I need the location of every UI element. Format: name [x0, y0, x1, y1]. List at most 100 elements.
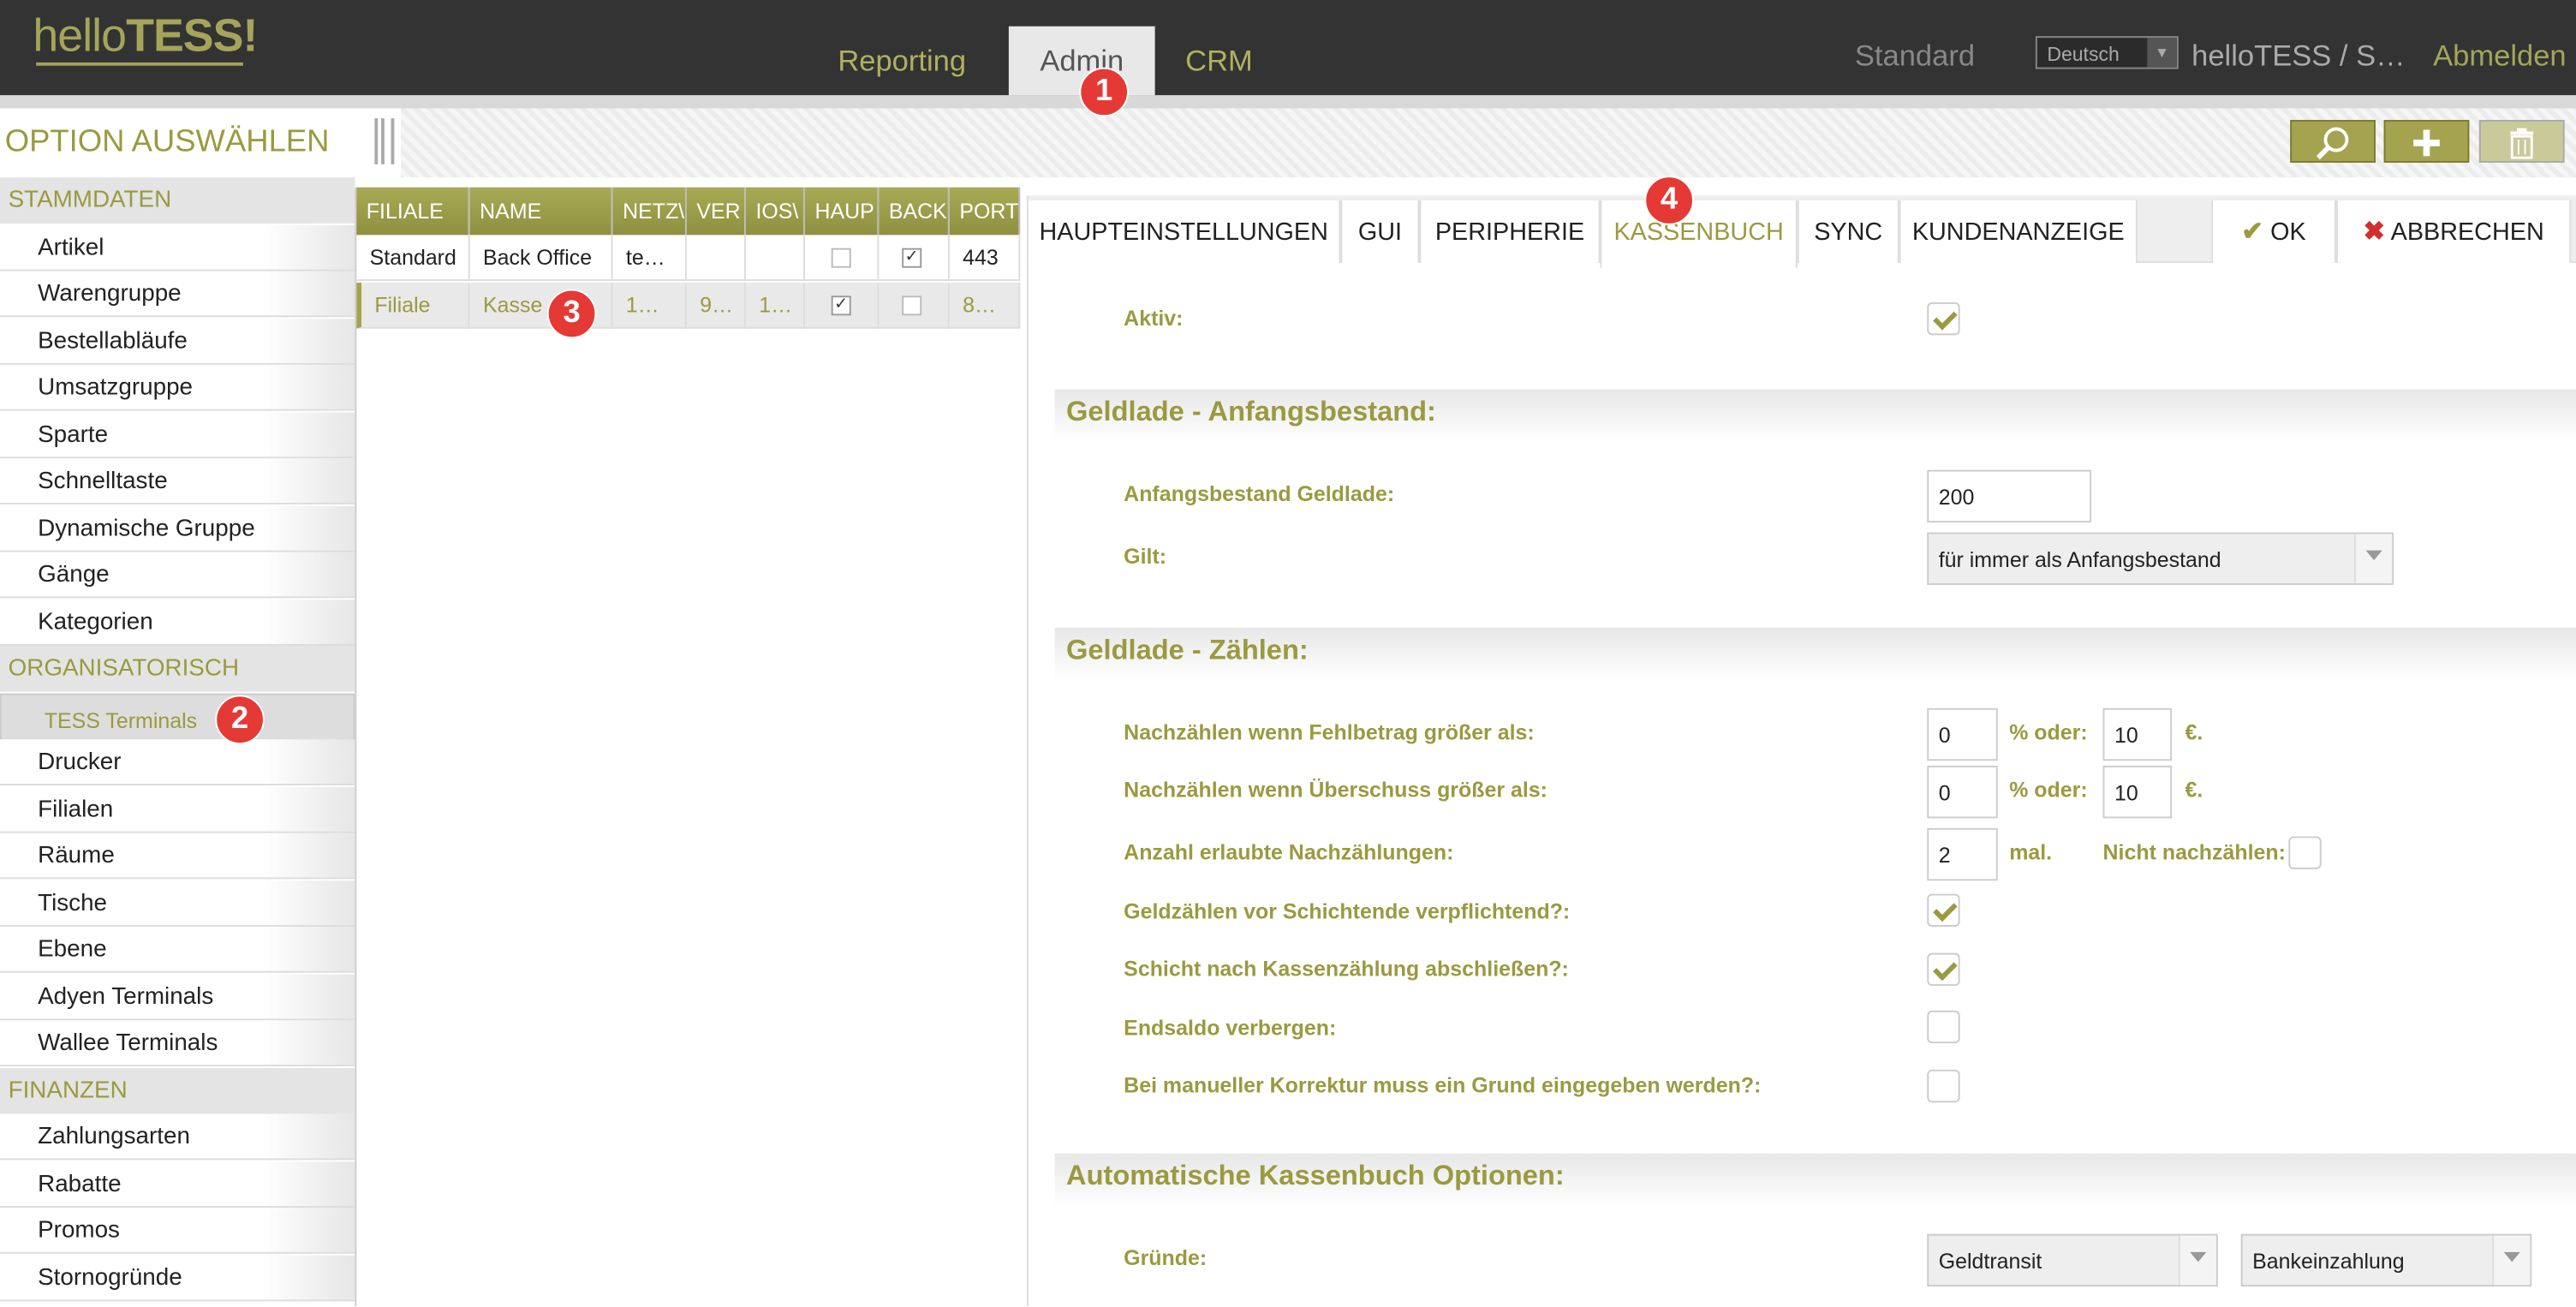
- column-header-haup[interactable]: HAUP: [805, 187, 880, 236]
- cell-port: 443: [949, 235, 1021, 282]
- chevron-down-icon: [2492, 1235, 2531, 1286]
- geldzaehlen-label: Geldzählen vor Schichtende verpflichtend…: [1124, 898, 1571, 924]
- detail-panel: HAUPTEINSTELLUNGEN GUI PERIPHERIE KASSEN…: [1027, 195, 2576, 1307]
- euro-label: €.: [2185, 719, 2203, 745]
- column-header-port[interactable]: PORT: [949, 187, 1021, 236]
- sidebar-item-tische[interactable]: Tische: [0, 880, 355, 927]
- detail-tabs: HAUPTEINSTELLUNGEN GUI PERIPHERIE KASSEN…: [1028, 195, 2576, 268]
- column-header-filiale[interactable]: FILIALE: [356, 187, 470, 236]
- column-header-back[interactable]: BACK: [879, 187, 950, 236]
- grund-select-1[interactable]: Geldtransit: [1927, 1233, 2218, 1287]
- column-header-ver[interactable]: VER: [686, 187, 746, 236]
- sidebar-item-tess-terminals[interactable]: TESS Terminals: [0, 693, 355, 746]
- sidebar-item-dynamische-gruppe[interactable]: Dynamische Gruppe: [0, 505, 355, 552]
- korrektur-checkbox[interactable]: [1927, 1069, 1960, 1103]
- nicht-nachzaehlen-checkbox[interactable]: [2288, 836, 2322, 869]
- tab-kassenbuch[interactable]: KASSENBUCH: [1600, 200, 1798, 268]
- sidebar-item-sparte[interactable]: Sparte: [0, 412, 355, 459]
- fehlbetrag-percent-input[interactable]: 0: [1927, 707, 1998, 761]
- sidebar-item-promos[interactable]: Promos: [0, 1208, 355, 1254]
- cancel-button[interactable]: ✖ ABBRECHEN: [2335, 200, 2572, 263]
- column-header-ios[interactable]: IOS\: [745, 187, 806, 236]
- korrektur-label: Bei manueller Korrektur muss ein Grund e…: [1124, 1072, 1762, 1098]
- sidebar-item-adyen-terminals[interactable]: Adyen Terminals: [0, 974, 355, 1021]
- sidebar-item-gaenge[interactable]: Gänge: [0, 552, 355, 599]
- euro-label: €.: [2185, 777, 2203, 803]
- sidebar-item-stornogruende[interactable]: Stornogründe: [0, 1255, 355, 1302]
- app-window: helloTESS! Reporting Admin CRM Standard …: [0, 0, 2576, 1307]
- schicht-label: Schicht nach Kassenzählung abschließen?:: [1124, 956, 1569, 982]
- step-marker: 2: [215, 695, 265, 745]
- logout-link[interactable]: Abmelden: [2433, 39, 2567, 74]
- gilt-label: Gilt:: [1124, 543, 1167, 569]
- tab-reporting[interactable]: Reporting: [816, 27, 987, 96]
- tab-sync[interactable]: SYNC: [1797, 200, 1899, 263]
- sidebar-item-ebene[interactable]: Ebene: [0, 926, 355, 973]
- magnifier-icon: [2316, 127, 2349, 160]
- chevron-down-icon: [2354, 534, 2393, 584]
- mode-label[interactable]: Standard: [1855, 39, 1975, 74]
- tab-gui[interactable]: GUI: [1340, 200, 1420, 263]
- ueberschuss-label: Nachzählen wenn Überschuss größer als:: [1124, 777, 1547, 803]
- checkbox-haup[interactable]: ✓: [831, 295, 851, 315]
- ueberschuss-percent-input[interactable]: 0: [1927, 765, 1998, 819]
- gilt-select[interactable]: für immer als Anfangsbestand: [1927, 532, 2394, 585]
- sidebar-item-kategorien[interactable]: Kategorien: [0, 600, 355, 646]
- mal-label: mal.: [2009, 839, 2053, 865]
- sidebar: STAMMDATEN Artikel Warengruppe Bestellab…: [0, 177, 355, 1307]
- sidebar-item-zahlungsarten[interactable]: Zahlungsarten: [0, 1113, 355, 1161]
- search-button[interactable]: [2290, 120, 2376, 163]
- sidebar-item-wallee-terminals[interactable]: Wallee Terminals: [0, 1020, 355, 1067]
- geldzaehlen-checkbox[interactable]: [1927, 893, 1960, 927]
- cell-name: Back Office: [469, 235, 613, 282]
- sidebar-item-umsatzgruppe[interactable]: Umsatzgruppe: [0, 364, 355, 411]
- checkbox-back[interactable]: ✓: [902, 247, 922, 267]
- sidebar-item-filialen[interactable]: Filialen: [0, 786, 355, 833]
- sidebar-item-bestellablaeufe[interactable]: Bestellabläufe: [0, 319, 355, 365]
- ueberschuss-euro-input[interactable]: 10: [2102, 765, 2173, 819]
- aktiv-checkbox[interactable]: [1927, 301, 1960, 336]
- cell-haup: ✓: [805, 282, 880, 329]
- nicht-nachzaehlen-label: Nicht nachzählen:: [2102, 839, 2286, 865]
- chevron-down-icon: ▼: [2147, 38, 2177, 68]
- column-header-name[interactable]: NAME: [469, 187, 613, 236]
- schicht-checkbox[interactable]: [1927, 952, 1960, 987]
- sidebar-section-organisatorisch: ORGANISATORISCH: [0, 645, 355, 692]
- gruende-label: Gründe:: [1124, 1245, 1208, 1270]
- checkbox-haup[interactable]: [831, 247, 851, 267]
- add-button[interactable]: [2383, 120, 2470, 163]
- sidebar-item-raeume[interactable]: Räume: [0, 833, 355, 880]
- tab-kundenanzeige[interactable]: KUNDENANZEIGE: [1899, 200, 2138, 263]
- ok-button[interactable]: ✔ OK: [2211, 200, 2336, 263]
- section-automatische-optionen: Automatische Kassenbuch Optionen:: [1054, 1153, 2576, 1207]
- tab-peripherie[interactable]: PERIPHERIE: [1419, 200, 1601, 263]
- language-select[interactable]: Deutsch ▼: [2035, 36, 2179, 69]
- cell-netz: te…: [612, 235, 687, 282]
- step-marker: 4: [1644, 176, 1694, 225]
- check-icon: ✔: [2241, 218, 2264, 247]
- sidebar-item-artikel[interactable]: Artikel: [0, 224, 355, 272]
- resize-grip-icon[interactable]: [374, 118, 395, 164]
- anzahl-label: Anzahl erlaubte Nachzählungen:: [1124, 839, 1454, 865]
- grund-select-2[interactable]: Bankeinzahlung: [2240, 1233, 2532, 1287]
- sidebar-section-finanzen: FINANZEN: [0, 1067, 355, 1114]
- fehlbetrag-label: Nachzählen wenn Fehlbetrag größer als:: [1124, 719, 1535, 745]
- aktiv-label: Aktiv:: [1124, 305, 1184, 331]
- sidebar-item-drucker[interactable]: Drucker: [0, 739, 355, 785]
- anfangsbestand-input[interactable]: 200: [1927, 469, 2092, 523]
- sidebar-item-rabatte[interactable]: Rabatte: [0, 1161, 355, 1209]
- anzahl-input[interactable]: 2: [1927, 827, 1998, 881]
- plus-icon: [2413, 129, 2440, 157]
- checkbox-back[interactable]: [902, 295, 922, 315]
- sidebar-item-warengruppe[interactable]: Warengruppe: [0, 271, 355, 318]
- column-header-netz[interactable]: NETZ\: [612, 187, 687, 236]
- cell-netz: 1…: [612, 282, 687, 329]
- sidebar-item-schnelltaste[interactable]: Schnelltaste: [0, 458, 355, 504]
- fehlbetrag-euro-input[interactable]: 10: [2102, 707, 2173, 761]
- tab-crm[interactable]: CRM: [1166, 27, 1272, 96]
- chevron-down-icon: [2178, 1235, 2216, 1286]
- endsaldo-checkbox[interactable]: [1927, 1010, 1960, 1044]
- percent-oder-label: % oder:: [2009, 719, 2088, 745]
- delete-button[interactable]: [2478, 120, 2565, 163]
- tab-haupteinstellungen[interactable]: HAUPTEINSTELLUNGEN: [1028, 200, 1341, 263]
